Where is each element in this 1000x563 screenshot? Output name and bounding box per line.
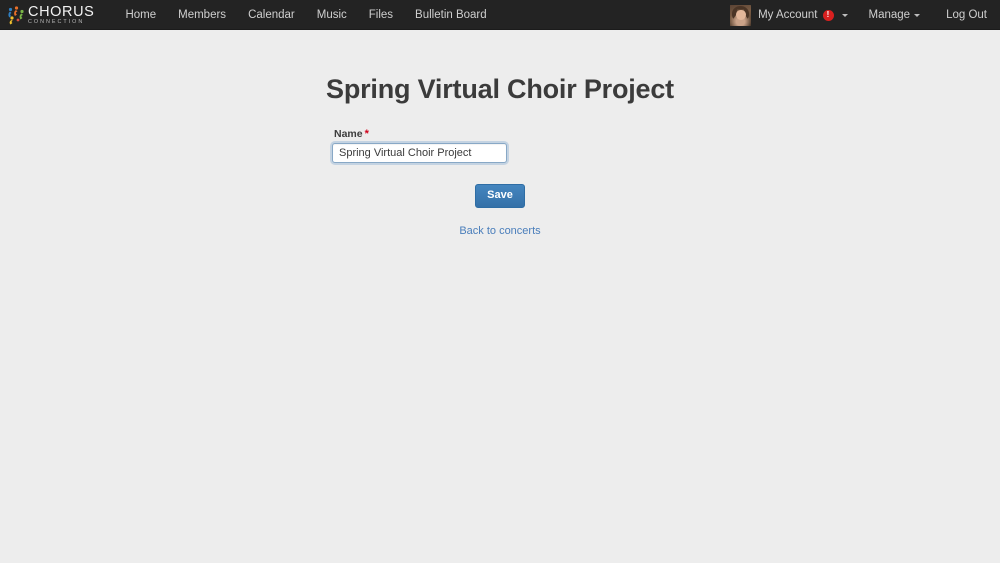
- content-container: Spring Virtual Choir Project Name* Save …: [0, 30, 1000, 237]
- name-form-group: Name *: [332, 128, 674, 163]
- brand-wordmark: CHORUS CONNECTION: [28, 4, 94, 26]
- account-alert-badge: !: [822, 9, 834, 21]
- page-body: Spring Virtual Choir Project Name* Save …: [0, 30, 1000, 563]
- secondary-nav: My Account ! Manage Log Out: [726, 0, 1000, 30]
- log-out-link[interactable]: Log Out: [933, 0, 1000, 30]
- back-link-row: Back to concerts: [332, 222, 674, 237]
- name-label-text: Name: [334, 128, 363, 140]
- chevron-down-icon: [841, 13, 848, 17]
- manage-label: Manage: [868, 9, 911, 21]
- back-to-concerts-link[interactable]: Back to concerts: [459, 225, 540, 237]
- brand-logo-link[interactable]: CHORUS CONNECTION: [4, 0, 100, 30]
- my-account-label: My Account: [758, 9, 818, 21]
- brand-tagline: CONNECTION: [28, 19, 85, 26]
- chorus-people-logo-icon: [6, 5, 26, 25]
- concert-edit-form: Name* Save Back to concerts: [326, 128, 674, 237]
- primary-nav: Home Members Calendar Music Files Bullet…: [114, 0, 497, 30]
- nav-link-music[interactable]: Music: [306, 0, 358, 30]
- nav-link-calendar[interactable]: Calendar: [237, 0, 306, 30]
- my-account-menu[interactable]: My Account !: [726, 0, 855, 30]
- save-button[interactable]: Save: [475, 184, 525, 208]
- nav-link-home[interactable]: Home: [114, 0, 167, 30]
- top-navbar: CHORUS CONNECTION Home Members Calendar …: [0, 0, 1000, 30]
- page-title: Spring Virtual Choir Project: [326, 74, 674, 104]
- nav-link-bulletin-board[interactable]: Bulletin Board: [404, 0, 498, 30]
- nav-link-files[interactable]: Files: [358, 0, 404, 30]
- required-asterisk: *: [364, 128, 369, 140]
- name-input[interactable]: [332, 143, 507, 163]
- chevron-down-icon: [914, 13, 921, 17]
- manage-menu[interactable]: Manage: [856, 0, 934, 30]
- brand-word: CHORUS: [28, 3, 95, 20]
- nav-link-members[interactable]: Members: [167, 0, 237, 30]
- avatar: [730, 4, 752, 26]
- form-actions: Save: [332, 184, 674, 208]
- name-field-label: Name *: [334, 128, 674, 140]
